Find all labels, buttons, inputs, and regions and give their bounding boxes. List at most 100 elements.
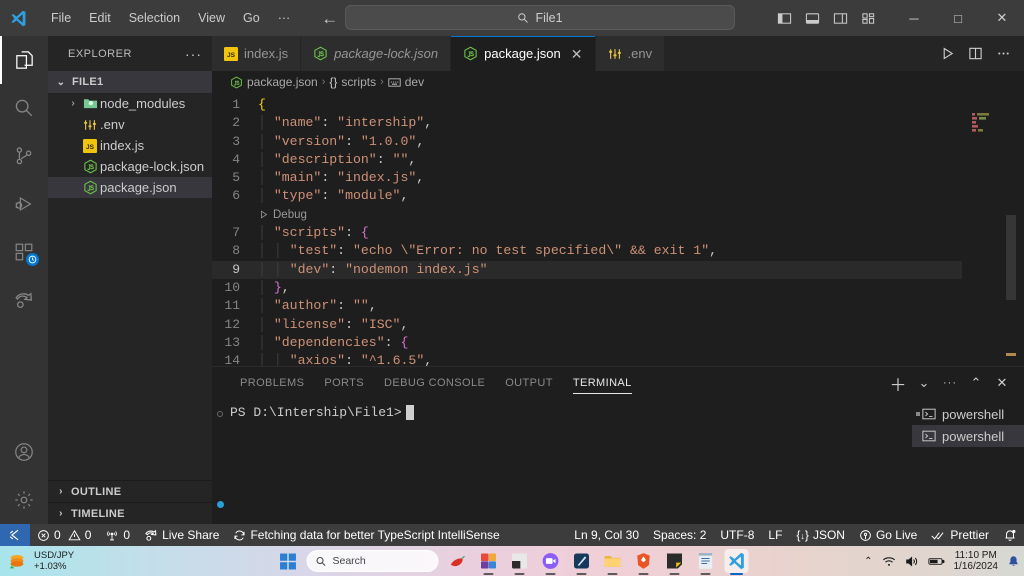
file-explorer-dark-icon[interactable] <box>508 549 532 575</box>
tree-item-node-modules[interactable]: › node_modules <box>48 93 212 114</box>
tray-chevron-up-icon[interactable]: ⌃ <box>864 556 872 567</box>
taskbar-widget[interactable]: USD/JPY +1.03% <box>0 550 74 572</box>
activity-item-explorer[interactable] <box>0 36 48 84</box>
status-live-share[interactable]: Live Share <box>137 524 226 546</box>
menu-go[interactable]: Go <box>234 8 269 28</box>
zoom-icon[interactable] <box>539 549 563 575</box>
activity-item-settings[interactable] <box>0 476 48 524</box>
activity-item-run-and-debug[interactable] <box>0 180 48 228</box>
status-language-mode[interactable]: {‍↓} JSON <box>789 524 852 546</box>
editor-more-actions-button[interactable] <box>990 41 1016 67</box>
panel-tab-debug-console[interactable]: DEBUG CONSOLE <box>374 367 495 399</box>
status-ports[interactable]: 0 <box>98 524 137 546</box>
quick-open-search[interactable]: File1 <box>345 5 735 30</box>
wifi-icon[interactable] <box>882 555 896 568</box>
status-sync[interactable]: Fetching data for better TypeScript Inte… <box>226 524 506 546</box>
activity-item-source-control[interactable] <box>0 132 48 180</box>
menu-edit[interactable]: Edit <box>80 8 120 28</box>
status-eol[interactable]: LF <box>761 524 789 546</box>
breadcrumb-item-scripts[interactable]: {} scripts <box>329 75 376 89</box>
section-label: TIMELINE <box>71 507 125 520</box>
activity-item-accounts[interactable] <box>0 428 48 476</box>
activity-item-live-share[interactable] <box>0 276 48 324</box>
minimap-slider[interactable] <box>1006 215 1016 300</box>
breadcrumb-label: scripts <box>341 75 377 89</box>
panel-views-button[interactable]: ··· <box>938 371 962 395</box>
tree-item-package-lock-json[interactable]: package-lock.json <box>48 156 212 177</box>
tab-package-lock-json[interactable]: package-lock.json <box>301 36 452 71</box>
activity-item-extensions[interactable] <box>0 228 48 276</box>
menu-file[interactable]: File <box>42 8 80 28</box>
battery-icon[interactable] <box>927 556 945 567</box>
menu-view[interactable]: View <box>189 8 234 28</box>
file-explorer-icon[interactable] <box>601 549 625 575</box>
tree-item-index-js[interactable]: JS index.js <box>48 135 212 156</box>
close-tab-icon[interactable]: ✕ <box>571 47 583 61</box>
panel-tab-terminal[interactable]: TERMINAL <box>563 367 642 399</box>
notifications-bell-icon[interactable] <box>1007 555 1020 568</box>
terminal-list-item[interactable]: powershell <box>912 403 1024 425</box>
tab-package-json[interactable]: package.json ✕ <box>451 36 596 71</box>
panel-tab-ports[interactable]: PORTS <box>314 367 374 399</box>
nodejs-icon <box>463 46 478 61</box>
tree-item-env[interactable]: .env <box>48 114 212 135</box>
status-go-live[interactable]: Go Live <box>852 524 924 546</box>
tree-item-label: .env <box>100 117 125 132</box>
minimize-window-button[interactable]: ─ <box>892 0 936 36</box>
vscode-icon[interactable] <box>724 549 749 575</box>
section-timeline[interactable]: › TIMELINE <box>48 502 212 524</box>
terminal-output[interactable]: PS D:\Intership\File1> <box>212 399 912 524</box>
run-file-button[interactable] <box>934 41 960 67</box>
clock-time: 11:10 PM <box>954 550 997 561</box>
tab-index-js[interactable]: JS index.js <box>212 36 302 71</box>
breadcrumb-item-file[interactable]: package.json <box>230 75 318 89</box>
go-back-icon[interactable]: ← <box>321 10 338 27</box>
breadcrumb-item-dev[interactable]: dev <box>388 75 424 89</box>
close-panel-button[interactable]: ✕ <box>990 371 1014 395</box>
menu-more[interactable]: ··· <box>269 8 300 28</box>
notepad-icon[interactable] <box>694 549 718 575</box>
panel-body: PS D:\Intership\File1> powershell powers… <box>212 399 1024 524</box>
activity-item-search[interactable] <box>0 84 48 132</box>
maximize-panel-button[interactable]: ⌃ <box>964 371 988 395</box>
status-problems[interactable]: 0 0 <box>30 524 98 546</box>
new-terminal-button[interactable]: ＋ <box>886 371 910 395</box>
terminal-list-item-selected[interactable]: powershell <box>912 425 1024 447</box>
status-indentation[interactable]: Spaces: 2 <box>646 524 713 546</box>
section-outline[interactable]: › OUTLINE <box>48 480 212 502</box>
notes-app-icon[interactable] <box>570 549 594 575</box>
status-editor-position[interactable]: Ln 9, Col 30 <box>567 524 646 546</box>
terminal-profile-dropdown-icon[interactable]: ⌄ <box>912 371 936 395</box>
tab-env[interactable]: .env <box>595 36 666 71</box>
customize-layout-icon[interactable] <box>856 6 880 30</box>
minimap[interactable] <box>962 93 1024 366</box>
copilot-chili-icon[interactable] <box>446 549 470 573</box>
toggle-primary-sidebar-icon[interactable] <box>772 6 796 30</box>
status-encoding[interactable]: UTF-8 <box>713 524 761 546</box>
braces-icon: {} <box>329 75 338 89</box>
tree-item-package-json[interactable]: package.json <box>48 177 212 198</box>
menu-selection[interactable]: Selection <box>120 8 189 28</box>
folder-icon <box>80 96 100 111</box>
panel-tab-problems[interactable]: PROBLEMS <box>230 367 314 399</box>
sidebar-more-actions-icon[interactable]: ··· <box>185 46 202 62</box>
windows-start-icon[interactable] <box>276 549 300 573</box>
codelens-debug[interactable]: Debug <box>212 206 962 224</box>
close-window-button[interactable]: ✕ <box>980 0 1024 36</box>
panel-tab-output[interactable]: OUTPUT <box>495 367 563 399</box>
brave-browser-icon[interactable] <box>632 549 656 575</box>
folder-root-file1[interactable]: ⌄ FILE1 <box>48 71 212 93</box>
sticky-notes-icon[interactable] <box>663 549 687 575</box>
taskbar-clock[interactable]: 11:10 PM 1/16/2024 <box>954 550 999 572</box>
volume-icon[interactable] <box>905 555 919 568</box>
maximize-window-button[interactable]: □ <box>936 0 980 36</box>
status-notifications[interactable] <box>996 524 1024 546</box>
office-icon[interactable] <box>477 549 501 575</box>
toggle-panel-icon[interactable] <box>800 6 824 30</box>
split-editor-button[interactable] <box>962 41 988 67</box>
code-editor[interactable]: 1{ 2 │ "name": "intership", 3 │ "version":… <box>212 93 1024 366</box>
taskbar-search-input[interactable]: Search <box>306 550 439 572</box>
toggle-secondary-sidebar-icon[interactable] <box>828 6 852 30</box>
status-prettier[interactable]: Prettier <box>924 524 996 546</box>
remote-window-button[interactable] <box>0 524 30 546</box>
